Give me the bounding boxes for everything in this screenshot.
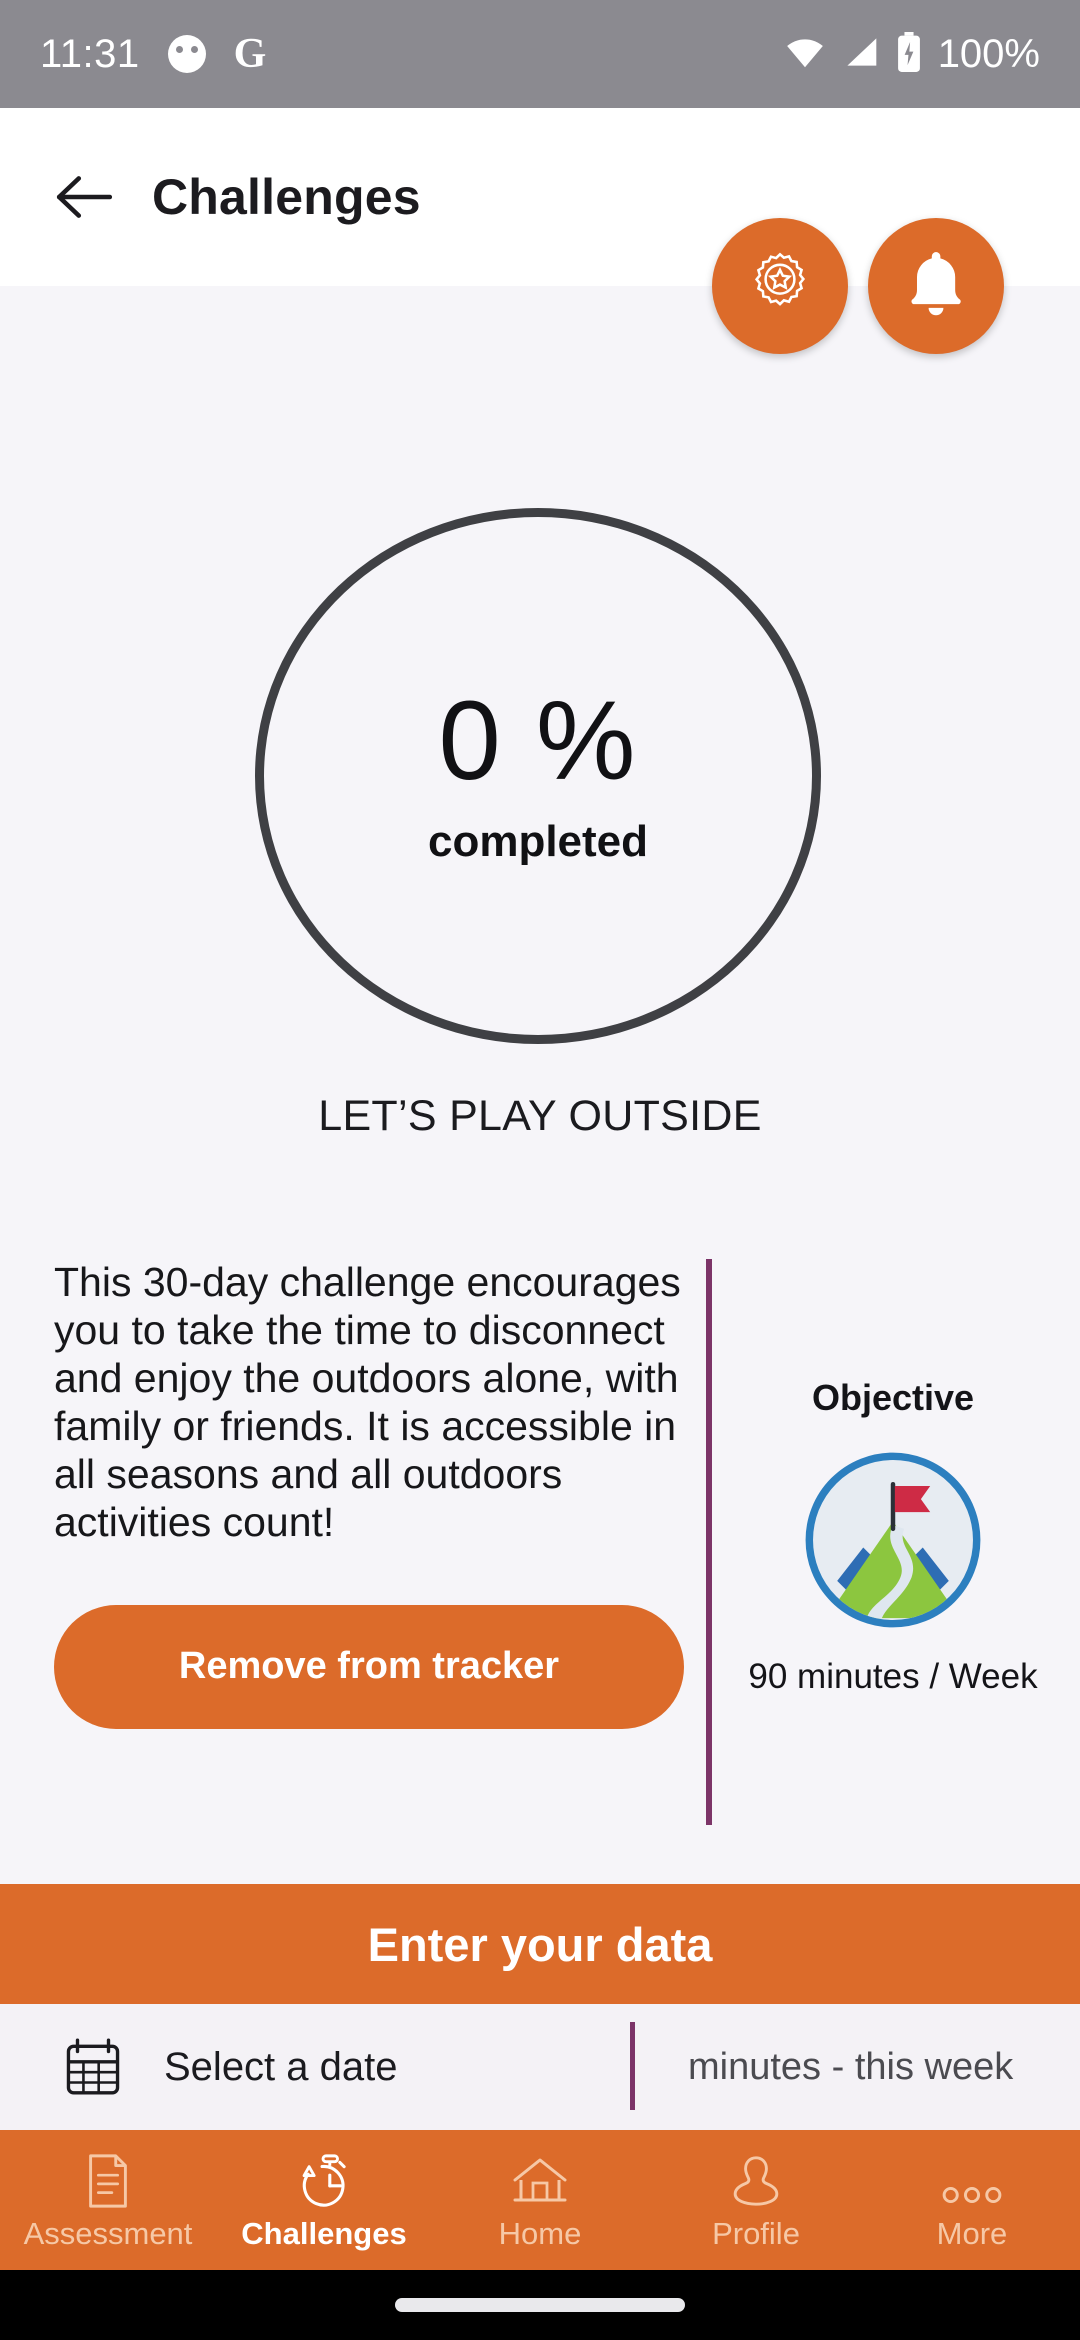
android-navigation-bar (0, 2270, 1080, 2340)
app-screen: 11:31 G 100% Challenges 0 % completed LE… (0, 0, 1080, 2340)
person-icon (729, 2148, 783, 2210)
nav-label-assessment: Assessment (23, 2216, 193, 2251)
progress-completed-label: completed (427, 817, 649, 866)
progress-ring: 0 % completed (255, 508, 821, 1044)
bell-icon (901, 247, 971, 326)
nav-label-home: Home (498, 2216, 582, 2251)
stopwatch-icon (295, 2148, 353, 2210)
mountain-flag-icon (800, 1447, 986, 1633)
three-dots-icon (941, 2148, 1003, 2210)
bottom-navigation: Assessment Challenges Home Profile More (0, 2130, 1080, 2270)
description-column: This 30-day challenge encourages you to … (54, 1259, 694, 1729)
status-bar: 11:31 G 100% (0, 0, 1080, 108)
back-button[interactable] (48, 160, 122, 234)
objective-value: 90 minutes / Week (748, 1657, 1038, 1696)
status-bar-left: 11:31 G (40, 32, 266, 77)
battery-charging-icon (896, 31, 922, 77)
document-icon (80, 2148, 136, 2210)
challenge-info-row: This 30-day challenge encourages you to … (0, 1259, 1080, 1825)
challenge-description: This 30-day challenge encourages you to … (54, 1259, 681, 1545)
nav-label-more: More (936, 2216, 1008, 2251)
objective-divider (706, 1259, 712, 1825)
badge-star-icon (744, 248, 816, 325)
challenge-title: LET’S PLAY OUTSIDE (318, 1092, 762, 1140)
enter-data-banner[interactable]: Enter your data (0, 1884, 1080, 2004)
battery-percent: 100% (937, 31, 1040, 76)
progress-ring-wrapper: 0 % completed (255, 508, 825, 1048)
wifi-icon (784, 35, 826, 74)
nav-item-more[interactable]: More (864, 2130, 1080, 2270)
notifications-fab-button[interactable] (868, 218, 1004, 354)
house-icon (510, 2148, 570, 2210)
objective-column: Objective 90 minutes / Week (706, 1259, 1080, 1825)
objective-title: Objective (811, 1377, 975, 1418)
nav-item-home[interactable]: Home (432, 2130, 648, 2270)
status-bar-right: 100% (784, 31, 1040, 77)
entry-divider (630, 2022, 635, 2110)
nav-item-assessment[interactable]: Assessment (0, 2130, 216, 2270)
remove-from-tracker-button[interactable]: Remove from tracker (54, 1604, 684, 1729)
date-picker-field[interactable]: Select a date (0, 2036, 630, 2098)
main-content: 0 % completed LET’S PLAY OUTSIDE This 30… (0, 286, 1080, 2110)
data-entry-row: Select a date minutes - this week (0, 2004, 1080, 2130)
page-title: Challenges (152, 169, 421, 225)
progress-percent: 0 % (438, 678, 638, 803)
calendar-icon (62, 2036, 124, 2098)
home-indicator[interactable] (395, 2298, 685, 2312)
app-dots-icon (167, 35, 206, 73)
minutes-field[interactable]: minutes - this week (630, 2004, 1080, 2130)
status-time: 11:31 (40, 31, 140, 76)
select-date-label: Select a date (164, 2044, 398, 2089)
nav-item-challenges[interactable]: Challenges (216, 2130, 432, 2270)
google-g-icon: G (233, 31, 267, 77)
nav-item-profile[interactable]: Profile (648, 2130, 864, 2270)
cellular-signal-icon (842, 35, 880, 74)
enter-data-label: Enter your data (367, 1917, 713, 1971)
minutes-label: minutes - this week (688, 2045, 1014, 2088)
badge-fab-button[interactable] (712, 218, 848, 354)
nav-label-profile: Profile (712, 2216, 800, 2251)
nav-label-challenges: Challenges (241, 2216, 407, 2251)
